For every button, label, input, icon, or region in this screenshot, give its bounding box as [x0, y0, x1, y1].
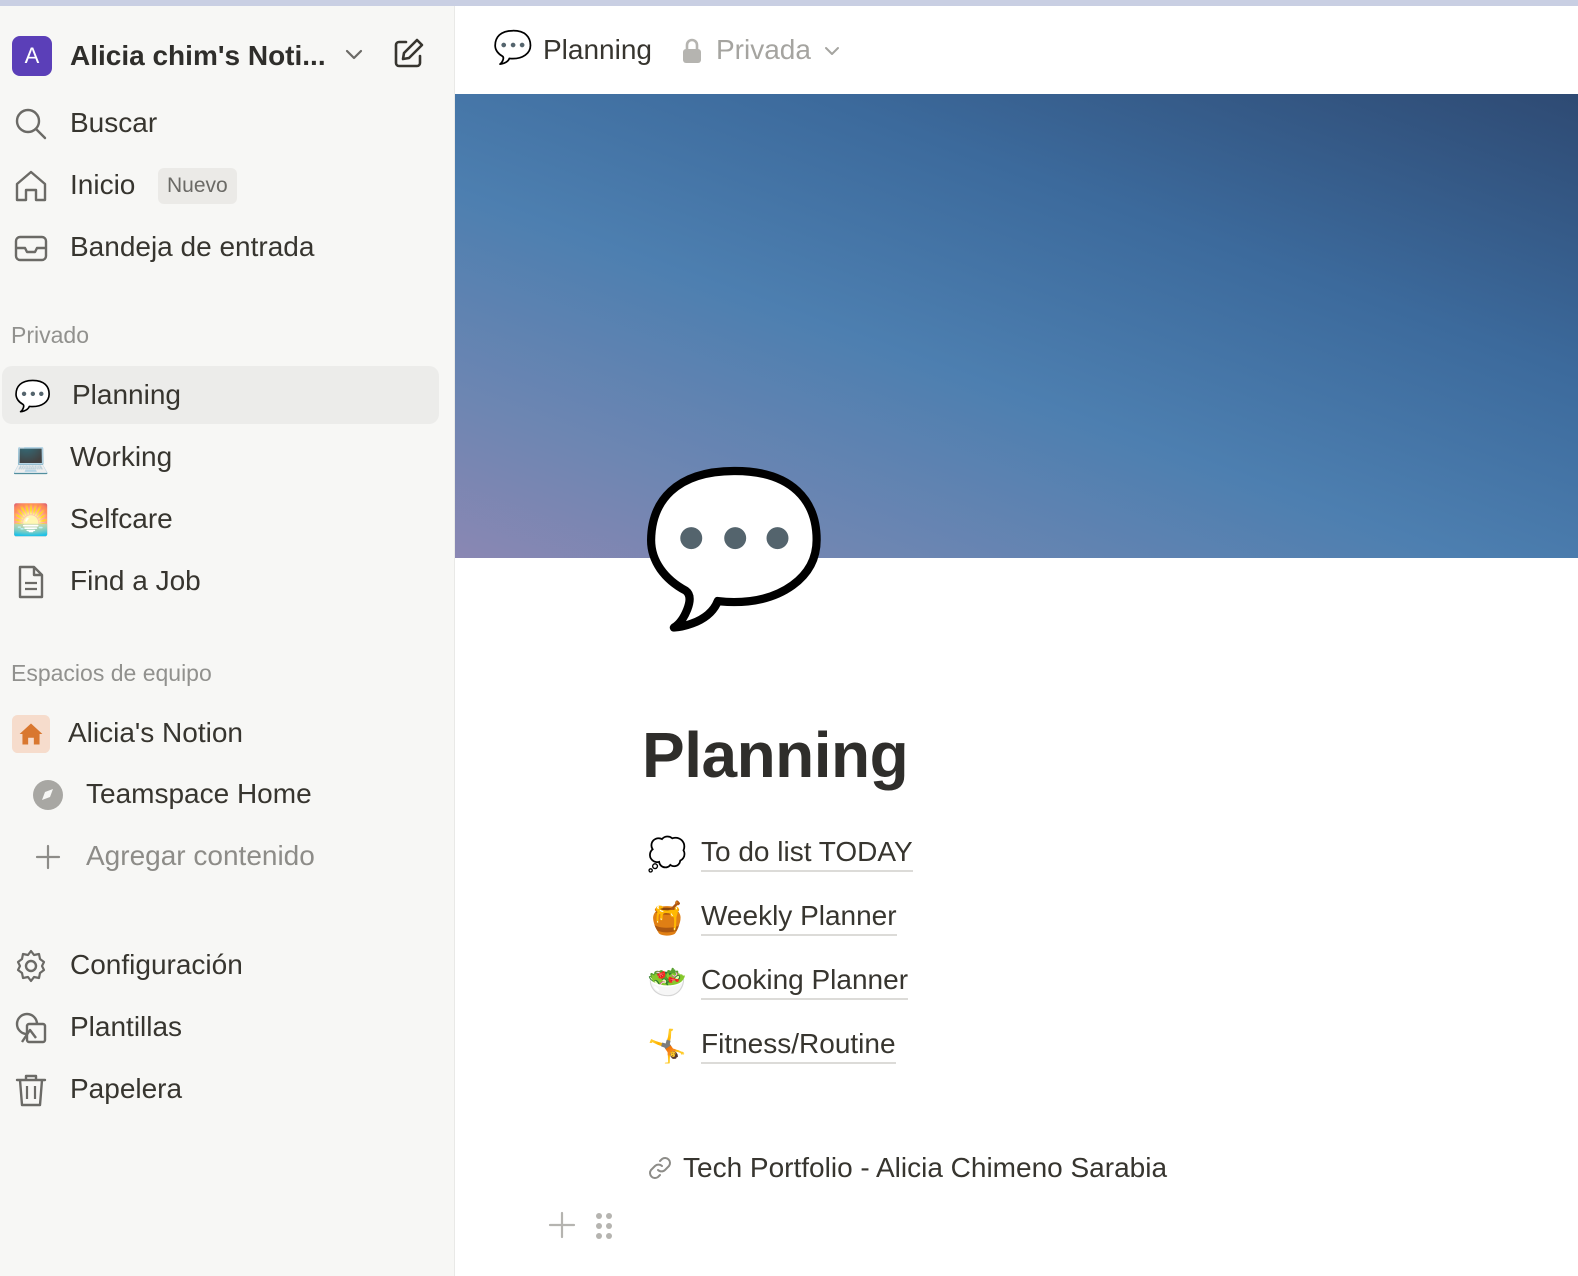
workspace-switcher[interactable]: A Alicia chim's Noti... — [12, 34, 442, 78]
home-icon — [12, 167, 50, 205]
sidebar-item-settings[interactable]: Configuración — [0, 936, 440, 994]
sidebar-item-selfcare[interactable]: 🌅 Selfcare — [0, 490, 440, 548]
bookmark-title[interactable]: Tech Portfolio - Alicia Chimeno Sarabia — [683, 1152, 1167, 1184]
sidebar-item-teamspace-home[interactable]: Teamspace Home — [0, 766, 440, 824]
speech-bubble-icon[interactable]: 💬 — [493, 28, 533, 66]
page-emoji-icon[interactable]: 💬 — [641, 472, 828, 622]
sidebar-item-label: Agregar contenido — [86, 840, 315, 871]
page-link-label[interactable]: Fitness/Routine — [701, 1028, 896, 1064]
sidebar-item-label: Buscar — [70, 107, 158, 138]
laptop-icon: 💻 — [12, 441, 50, 475]
sidebar-item-label: Bandeja de entrada — [70, 231, 315, 262]
page-link-label[interactable]: Cooking Planner — [701, 964, 909, 1000]
speech-bubble-icon: 💬 — [14, 379, 52, 413]
sidebar-item-label: Teamspace Home — [86, 778, 312, 809]
sidebar-item-home[interactable]: Inicio Nuevo — [0, 156, 440, 214]
sidebar-item-find-a-job[interactable]: Find a Job — [0, 552, 440, 610]
main-content: 💬 Planning Privada 💬 Planning 💭 To do li… — [455, 6, 1578, 1276]
sidebar-item-label: Working — [70, 441, 173, 472]
page-icon — [12, 563, 50, 601]
house-icon — [12, 715, 50, 753]
cartwheel-icon: 🤸 — [647, 1028, 687, 1064]
thought-bubble-icon: 💭 — [647, 836, 687, 872]
private-section-title[interactable]: Privado — [11, 322, 89, 349]
page-cover-image[interactable] — [455, 94, 1578, 558]
sidebar-item-trash[interactable]: Papelera — [0, 1060, 440, 1118]
page-link-label[interactable]: To do list TODAY — [701, 836, 913, 872]
sidebar-item-label: Configuración — [70, 949, 243, 980]
page-link-fitness-routine[interactable]: 🤸 Fitness/Routine — [647, 1022, 896, 1070]
sidebar-item-label: Papelera — [70, 1073, 183, 1104]
templates-icon — [12, 1009, 50, 1047]
page-link-label[interactable]: Weekly Planner — [701, 900, 897, 936]
add-block-icon[interactable] — [547, 1210, 577, 1240]
chevron-down-icon[interactable] — [823, 42, 841, 60]
sidebar-item-label: Alicia's Notion — [68, 717, 243, 748]
sunrise-icon: 🌅 — [12, 503, 50, 537]
new-page-icon[interactable] — [390, 36, 426, 72]
lock-icon — [683, 38, 701, 63]
compass-icon — [30, 777, 66, 813]
plus-icon — [30, 839, 66, 875]
sidebar-item-label: Selfcare — [70, 503, 173, 534]
drag-handle-icon[interactable] — [593, 1210, 615, 1242]
sidebar-item-label: Inicio — [70, 169, 136, 200]
link-icon — [649, 1157, 671, 1179]
workspace-avatar: A — [12, 36, 52, 76]
sidebar-item-planning[interactable]: 💬 Planning — [2, 366, 439, 424]
honey-pot-icon: 🍯 — [647, 900, 687, 936]
sidebar-item-alicias-notion[interactable]: Alicia's Notion — [0, 704, 440, 762]
chevron-down-icon[interactable] — [342, 42, 366, 66]
teamspaces-section-title[interactable]: Espacios de equipo — [11, 660, 212, 687]
sidebar: A Alicia chim's Noti... Buscar Inicio Nu… — [0, 6, 455, 1276]
search-icon — [12, 105, 50, 143]
add-content-button[interactable]: Agregar contenido — [0, 828, 440, 886]
sidebar-item-templates[interactable]: Plantillas — [0, 998, 440, 1056]
page-title[interactable]: Planning — [642, 718, 909, 792]
page-link-todo[interactable]: 💭 To do list TODAY — [647, 830, 913, 878]
privacy-label[interactable]: Privada — [716, 34, 811, 66]
breadcrumb-page-title[interactable]: Planning — [543, 34, 652, 66]
inbox-icon — [12, 229, 50, 267]
sidebar-item-label: Find a Job — [70, 565, 201, 596]
page-link-weekly-planner[interactable]: 🍯 Weekly Planner — [647, 894, 897, 942]
new-badge: Nuevo — [158, 168, 237, 204]
sidebar-item-working[interactable]: 💻 Working — [0, 428, 440, 486]
web-bookmark[interactable]: Tech Portfolio - Alicia Chimeno Sarabia — [647, 1146, 1167, 1190]
sidebar-item-search[interactable]: Buscar — [0, 94, 440, 152]
sidebar-item-label: Plantillas — [70, 1011, 183, 1042]
trash-icon — [12, 1071, 50, 1109]
workspace-name: Alicia chim's Noti... — [70, 40, 326, 71]
page-link-cooking-planner[interactable]: 🥗 Cooking Planner — [647, 958, 909, 1006]
salad-icon: 🥗 — [647, 964, 687, 1000]
sidebar-item-inbox[interactable]: Bandeja de entrada — [0, 218, 440, 276]
sidebar-item-label: Planning — [72, 379, 181, 410]
topbar: 💬 Planning Privada — [455, 6, 1578, 94]
gear-icon — [12, 947, 50, 985]
